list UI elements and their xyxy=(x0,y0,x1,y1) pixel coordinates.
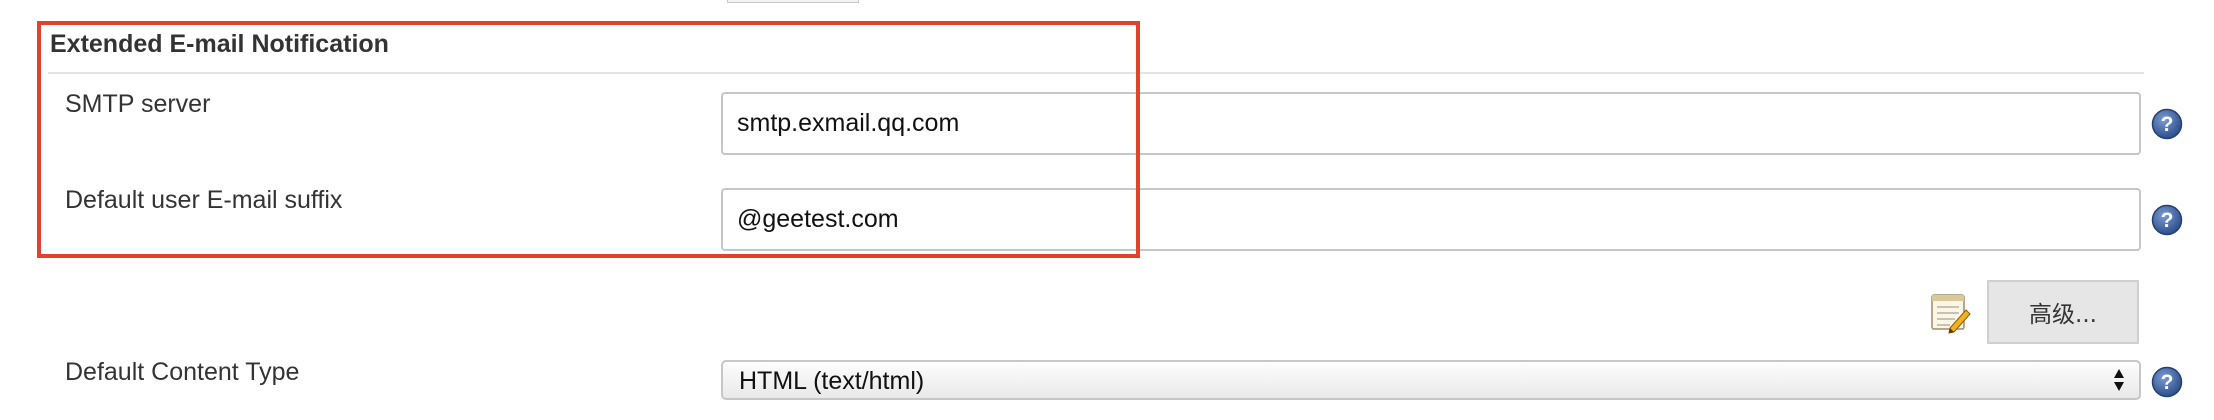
section-divider xyxy=(48,72,2144,74)
chevron-up-down-icon xyxy=(2113,367,2125,393)
email-suffix-input[interactable] xyxy=(721,188,2141,251)
content-type-help-icon[interactable]: ? xyxy=(2151,366,2183,398)
previous-section-button-edge xyxy=(727,0,859,3)
advanced-button[interactable]: 高级... xyxy=(1987,280,2139,344)
smtp-server-help-icon[interactable]: ? xyxy=(2151,108,2183,140)
smtp-server-label: SMTP server xyxy=(65,90,211,118)
notepad-icon xyxy=(1928,290,1972,334)
email-suffix-help-icon[interactable]: ? xyxy=(2151,204,2183,236)
smtp-server-input[interactable] xyxy=(721,92,2141,155)
content-type-selected-value: HTML (text/html) xyxy=(739,367,925,395)
svg-text:?: ? xyxy=(2161,113,2174,136)
section-title: Extended E-mail Notification xyxy=(50,30,389,58)
content-type-select[interactable]: HTML (text/html) xyxy=(721,360,2141,400)
content-type-label: Default Content Type xyxy=(65,358,300,386)
svg-text:?: ? xyxy=(2161,371,2174,394)
svg-text:?: ? xyxy=(2161,209,2174,232)
email-suffix-label: Default user E-mail suffix xyxy=(65,186,343,214)
